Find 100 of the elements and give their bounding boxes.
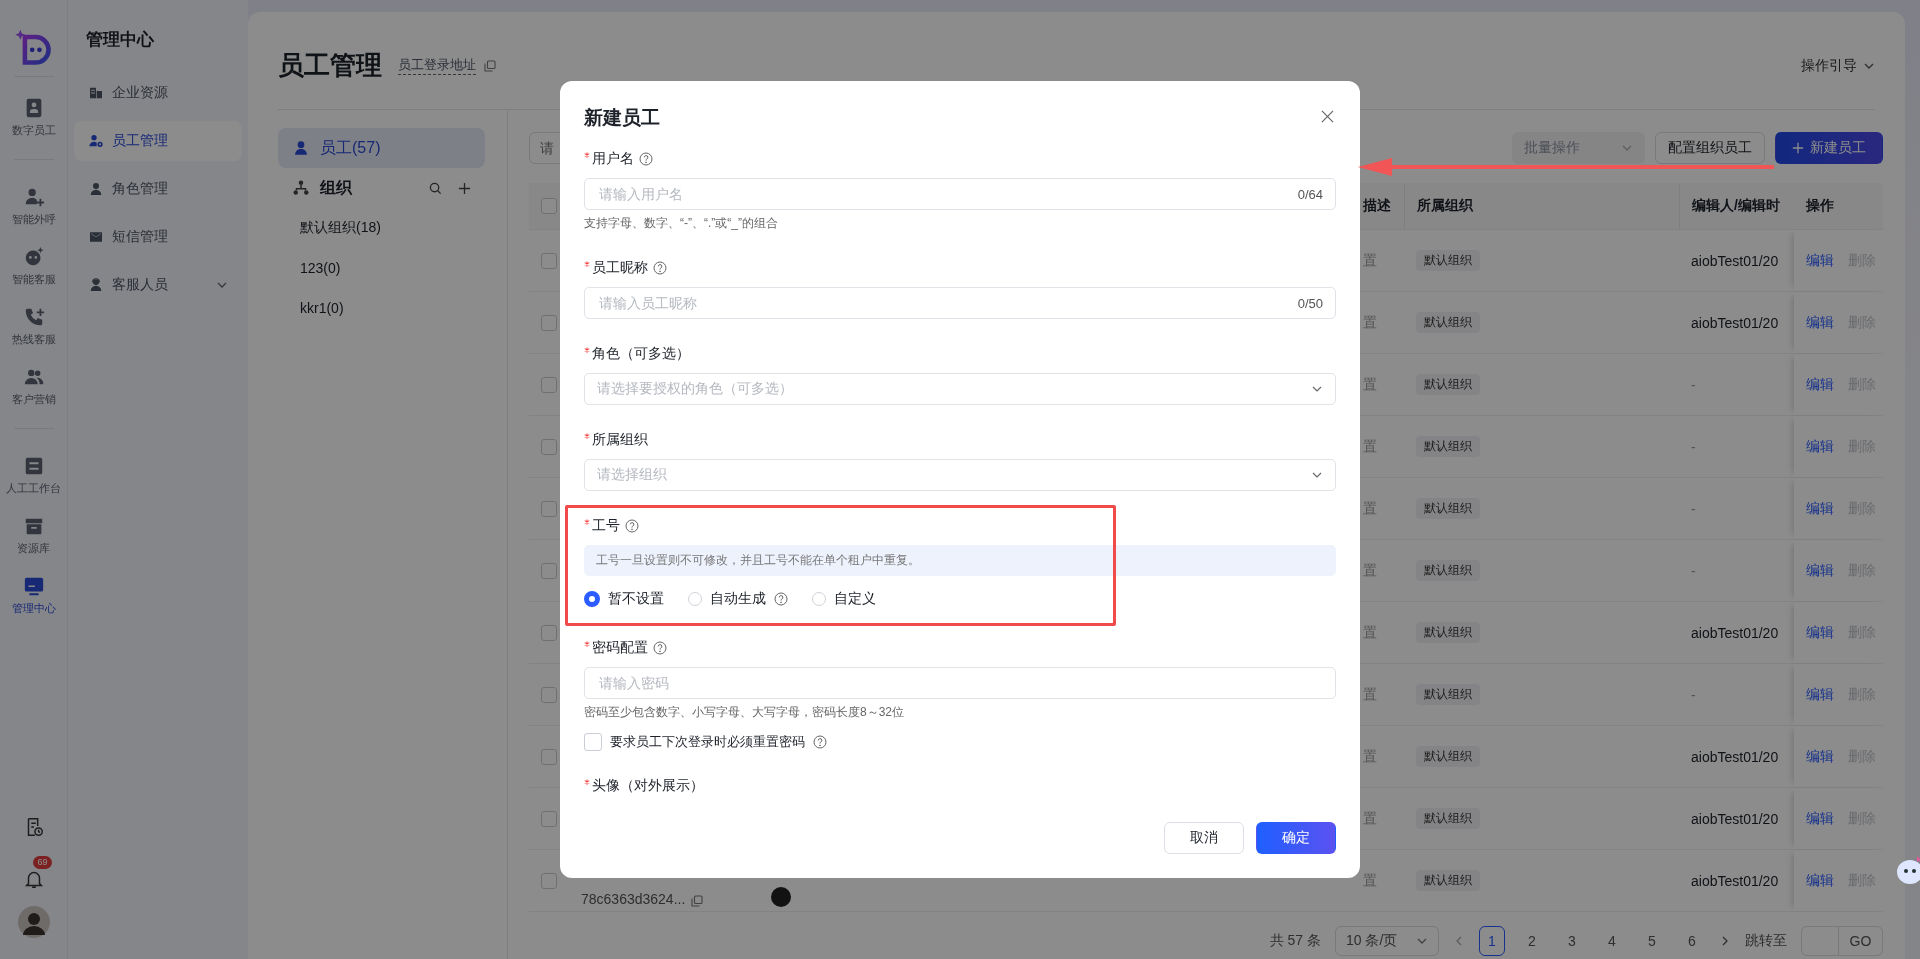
select-field[interactable]: 请选择要授权的角色（可多选） (584, 373, 1336, 405)
building-icon (88, 85, 104, 101)
org-item[interactable]: 123(0) (278, 248, 485, 288)
org-item[interactable]: kkr1(0) (278, 288, 485, 328)
row-checkbox[interactable] (541, 252, 557, 269)
column-header: 操作 (1806, 197, 1834, 215)
row-checkbox[interactable] (541, 872, 557, 889)
edit-link[interactable]: 编辑 (1806, 809, 1834, 828)
plus-icon[interactable] (458, 181, 471, 195)
edit-link[interactable]: 编辑 (1806, 623, 1834, 642)
select-all-checkbox[interactable] (541, 198, 557, 214)
help-icon[interactable] (653, 261, 667, 275)
employees-tab[interactable]: 员工(57) (278, 128, 485, 168)
row-checkbox[interactable] (541, 314, 557, 331)
copy-icon[interactable] (691, 895, 704, 907)
text-input[interactable]: 请输入员工昵称 (597, 294, 1298, 312)
menu-item[interactable]: 角色管理 (74, 169, 242, 209)
text-input[interactable]: 请输入密码 (597, 674, 1323, 692)
table-cell: aiobTest01/20 (1691, 252, 1779, 269)
row-checkbox[interactable] (541, 438, 557, 455)
edit-link[interactable]: 编辑 (1806, 375, 1834, 394)
org-tag: 默认组织 (1416, 436, 1480, 457)
text-input[interactable]: 请输入用户名 (597, 185, 1298, 203)
edit-link[interactable]: 编辑 (1806, 251, 1834, 270)
copy-icon[interactable] (484, 59, 496, 72)
nav-rail-item[interactable]: 智能外呼 (0, 174, 68, 234)
column-header: 所属组织 (1417, 197, 1473, 215)
edit-link[interactable]: 编辑 (1806, 499, 1834, 518)
go-button[interactable]: GO (1839, 926, 1883, 956)
nav-rail-item[interactable]: 客户营销 (0, 354, 68, 414)
org-tag: 默认组织 (1416, 498, 1480, 519)
input-field[interactable]: 请输入密码 (584, 667, 1336, 699)
login-url-link[interactable]: 员工登录地址 (398, 56, 476, 75)
input-field[interactable]: 请输入员工昵称 0/50 (584, 287, 1336, 319)
menu-item[interactable]: 客服人员 (74, 265, 242, 305)
row-checkbox[interactable] (541, 686, 557, 703)
field-label: 密码配置 (592, 639, 648, 657)
org-tag: 默认组织 (1416, 684, 1480, 705)
reset-password-checkbox[interactable]: 要求员工下次登录时必须重置密码 (584, 733, 1336, 751)
edit-link[interactable]: 编辑 (1806, 871, 1834, 890)
row-checkbox[interactable] (541, 624, 557, 641)
org-item[interactable]: 默认组织(18) (278, 208, 485, 248)
nav-rail-item[interactable]: 人工工作台 (0, 443, 68, 503)
nav-rail-item[interactable]: 管理中心 (0, 563, 68, 623)
radio-option[interactable]: 自动生成 (688, 590, 788, 608)
guide-dropdown[interactable]: 操作引导 (1801, 56, 1875, 75)
nav-rail-item[interactable]: 数字员工 (0, 85, 68, 145)
help-icon[interactable] (625, 519, 639, 533)
row-checkbox[interactable] (541, 376, 557, 393)
edit-link[interactable]: 编辑 (1806, 313, 1834, 332)
page-size-select[interactable]: 10 条/页 (1335, 926, 1439, 956)
menu-item[interactable]: 短信管理 (74, 217, 242, 257)
nav-rail-item[interactable]: 热线客服 (0, 294, 68, 354)
nav-rail-item[interactable]: 智能客服 (0, 234, 68, 294)
radio-circle[interactable] (584, 591, 600, 607)
headset-person-icon (88, 277, 104, 293)
input-field[interactable]: 请输入用户名 0/64 (584, 178, 1336, 210)
help-icon[interactable] (774, 592, 788, 606)
edit-link[interactable]: 编辑 (1806, 685, 1834, 704)
new-employee-button[interactable]: 新建员工 (1775, 132, 1883, 164)
radio-option[interactable]: 暂不设置 (584, 590, 664, 608)
field-label: 头像（对外展示） (592, 777, 704, 795)
person-icon (88, 181, 104, 197)
page-title: 员工管理 (278, 49, 382, 82)
org-tag: 默认组织 (1416, 808, 1480, 829)
page-button[interactable]: 4 (1599, 926, 1625, 956)
radio-option[interactable]: 自定义 (812, 590, 876, 608)
menu-item[interactable]: 企业资源 (74, 73, 242, 113)
avatar[interactable] (17, 906, 50, 938)
help-icon[interactable] (639, 152, 653, 166)
cancel-button[interactable]: 取消 (1164, 822, 1244, 854)
org-tag: 默认组织 (1416, 870, 1480, 891)
select-field[interactable]: 请选择组织 (584, 459, 1336, 491)
table-cell: - (1691, 376, 1696, 393)
help-icon[interactable] (813, 735, 827, 749)
row-checkbox[interactable] (541, 748, 557, 765)
field-hint: 密码至少包含数字、小写字母、大写字母，密码长度8～32位 (584, 704, 906, 721)
config-org-button[interactable]: 配置组织员工 (1655, 132, 1765, 164)
row-checkbox[interactable] (541, 810, 557, 827)
notification-button[interactable]: 69 (15, 856, 52, 890)
help-icon[interactable] (653, 641, 667, 655)
edit-link[interactable]: 编辑 (1806, 437, 1834, 456)
page-button[interactable]: 1 (1479, 926, 1505, 956)
edit-link[interactable]: 编辑 (1806, 747, 1834, 766)
row-checkbox[interactable] (541, 500, 557, 517)
page-button[interactable]: 5 (1639, 926, 1665, 956)
org-section-title: 组织 (320, 177, 353, 198)
confirm-button[interactable]: 确定 (1256, 822, 1336, 854)
table-cell: aiobTest01/20 (1691, 748, 1779, 765)
total-count: 共 57 条 (1269, 932, 1321, 950)
row-checkbox[interactable] (541, 562, 557, 579)
checkbox[interactable] (584, 733, 602, 751)
table-cell: aiobTest01/20 (1691, 314, 1779, 331)
search-icon[interactable] (429, 181, 442, 195)
page-button[interactable]: 3 (1559, 926, 1585, 956)
nav-rail-item[interactable]: 资源库 (0, 503, 68, 563)
edit-link[interactable]: 编辑 (1806, 561, 1834, 580)
page-button[interactable]: 2 (1519, 926, 1545, 956)
page-button[interactable]: 6 (1679, 926, 1705, 956)
menu-item[interactable]: 员工管理 (74, 121, 242, 161)
